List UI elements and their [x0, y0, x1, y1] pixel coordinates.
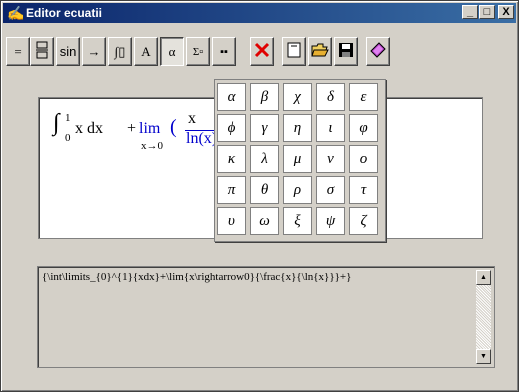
equals-button[interactable]: =: [6, 37, 30, 66]
source-code-text: {\int\limits_{0}^{1}{xdx}+\lim{x\rightar…: [42, 271, 352, 283]
delete-button[interactable]: [250, 37, 274, 66]
source-code-box[interactable]: {\int\limits_{0}^{1}{xdx}+\lim{x\rightar…: [37, 266, 495, 368]
greek-symbol-button[interactable]: δ: [316, 83, 345, 111]
greek-symbol-button[interactable]: σ: [316, 176, 345, 204]
greek-symbol-button[interactable]: ν: [316, 145, 345, 173]
greek-symbol-button[interactable]: υ: [217, 207, 246, 235]
scroll-down-icon[interactable]: ▼: [476, 349, 491, 364]
integral-sign: ∫: [53, 110, 60, 136]
title-bar[interactable]: ✍ Editor ecuatii _ □ X: [3, 3, 516, 23]
greek-symbol-button[interactable]: κ: [217, 145, 246, 173]
greek-symbol-button[interactable]: ω: [250, 207, 279, 235]
matrix-icon: ▪▪: [220, 45, 228, 58]
app-icon: ✍: [7, 5, 25, 21]
greek-symbol-button[interactable]: τ: [349, 176, 378, 204]
open-paren: (: [170, 116, 177, 138]
sum-icon: Σ▫: [192, 45, 204, 58]
window-title: Editor ecuatii: [26, 6, 103, 20]
help-book-icon: [369, 41, 387, 62]
maximize-button[interactable]: □: [479, 5, 495, 19]
greek-symbol-button[interactable]: λ: [250, 145, 279, 173]
minimize-button[interactable]: _: [462, 5, 478, 19]
save-disk-icon: [338, 42, 354, 61]
greek-symbol-button[interactable]: ο: [349, 145, 378, 173]
new-document-icon: [286, 42, 302, 61]
arrow-button[interactable]: →: [82, 37, 106, 66]
greek-symbol-button[interactable]: γ: [250, 114, 279, 142]
fraction-denominator: ln(x): [186, 130, 218, 147]
greek-symbol-button[interactable]: ρ: [283, 176, 312, 204]
fraction-icon: [35, 41, 49, 62]
matrix-button[interactable]: ▪▪: [212, 37, 236, 66]
greek-symbol-button[interactable]: ε: [349, 83, 378, 111]
open-folder-icon: [311, 42, 329, 61]
scroll-up-icon[interactable]: ▲: [476, 270, 491, 285]
font-icon: A: [141, 43, 151, 59]
book-button[interactable]: [366, 37, 390, 66]
fraction-numerator: x: [188, 110, 196, 127]
integral-icon: ∫▯: [114, 43, 126, 59]
greek-symbol-button[interactable]: φ: [349, 114, 378, 142]
sum-button[interactable]: Σ▫: [186, 37, 210, 66]
integrand: x dx: [75, 120, 103, 137]
sin-icon: sin: [59, 44, 77, 59]
greek-symbol-button[interactable]: β: [250, 83, 279, 111]
open-button[interactable]: [308, 37, 332, 66]
limit-operator: lim: [139, 120, 161, 137]
save-button[interactable]: [334, 37, 358, 66]
limit-subscript: x→0: [141, 140, 163, 152]
greek-symbol-button[interactable]: θ: [250, 176, 279, 204]
delete-icon: [253, 41, 271, 62]
greek-symbol-button[interactable]: π: [217, 176, 246, 204]
close-button[interactable]: X: [498, 5, 514, 19]
greek-symbol-button[interactable]: ι: [316, 114, 345, 142]
new-button[interactable]: [282, 37, 306, 66]
greek-symbol-palette: αβχδε ϕγηιφ κλμνο πθρστ υωξψζ: [214, 79, 386, 242]
font-button[interactable]: A: [134, 37, 158, 66]
greek-symbol-button[interactable]: χ: [283, 83, 312, 111]
sin-button[interactable]: sin: [56, 37, 80, 66]
integral-upper-limit: 1: [65, 112, 71, 124]
greek-symbol-button[interactable]: η: [283, 114, 312, 142]
equation-editor-window: ✍ Editor ecuatii _ □ X = sin → ∫▯ Aα Σ▫ ▪▪ ∫ 1…: [0, 0, 519, 392]
greek-symbol-button[interactable]: ζ: [349, 207, 378, 235]
vertical-scrollbar[interactable]: ▲ ▼: [476, 270, 491, 364]
greek-symbol-button[interactable]: α: [217, 83, 246, 111]
equals-icon: =: [14, 43, 22, 59]
integral-lower-limit: 0: [65, 132, 71, 144]
greek-symbol-button[interactable]: μ: [283, 145, 312, 173]
greek-symbol-button[interactable]: ϕ: [217, 114, 246, 142]
caption-buttons: _ □ X: [461, 5, 514, 21]
plus-sign: +: [127, 120, 137, 137]
arrow-icon: →: [87, 43, 101, 59]
integral-button[interactable]: ∫▯: [108, 37, 132, 66]
greek-icon: α: [168, 43, 176, 59]
greek-button[interactable]: α: [160, 37, 184, 66]
fraction-button[interactable]: [30, 37, 54, 66]
greek-symbol-button[interactable]: ψ: [316, 207, 345, 235]
greek-symbol-button[interactable]: ξ: [283, 207, 312, 235]
